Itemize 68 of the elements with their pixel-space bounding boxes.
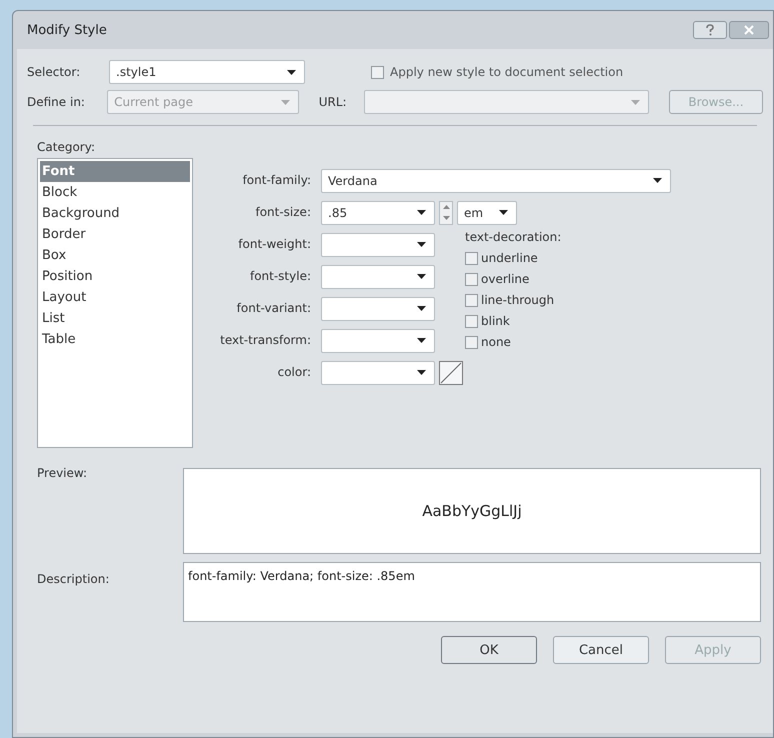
property-dropdown[interactable] <box>321 264 435 288</box>
selector-dropdown[interactable]: .style1 <box>109 60 305 84</box>
unit-dropdown[interactable]: em <box>457 200 517 224</box>
checkbox[interactable] <box>465 272 478 286</box>
category-item[interactable]: Border <box>40 224 190 245</box>
caret-icon <box>417 274 426 279</box>
property-dropdown[interactable] <box>321 296 435 320</box>
description-text: font-family: Verdana; font-size: .85em <box>188 569 415 583</box>
description-label: Description: <box>36 571 110 588</box>
spinner-buttons[interactable] <box>439 200 453 224</box>
category-item[interactable]: Block <box>40 182 190 203</box>
property-dropdown[interactable] <box>321 328 435 352</box>
checkbox-label: line-through <box>481 293 554 307</box>
dialog-button[interactable]: Cancel <box>553 636 649 664</box>
property-dropdown[interactable]: Verdana <box>321 168 671 192</box>
define-in-label: Define in: <box>27 95 86 109</box>
property-label: font-variant: <box>236 300 311 317</box>
url-label: URL: <box>318 95 348 109</box>
selector-label: Selector: <box>27 65 82 79</box>
text-decoration-label: text-decoration: <box>465 230 562 244</box>
up-arrow-icon <box>442 205 450 209</box>
caret-icon <box>287 70 296 74</box>
property-dropdown[interactable] <box>321 232 435 256</box>
checkbox-label: underline <box>481 251 538 265</box>
caret-icon <box>499 210 508 215</box>
help-button[interactable] <box>693 21 727 39</box>
property-dropdown[interactable] <box>321 360 435 384</box>
color-swatch[interactable] <box>439 360 463 384</box>
checkbox[interactable] <box>465 314 478 328</box>
caret-icon <box>417 242 426 247</box>
property-label: text-transform: <box>219 332 311 349</box>
dialog-button[interactable]: OK <box>441 636 537 664</box>
checkbox[interactable] <box>465 294 478 306</box>
property-label: font-size: <box>254 204 311 221</box>
help-icon <box>705 24 715 36</box>
preview-label: Preview: <box>36 465 88 482</box>
preview-text: AaBbYyGgLlJj <box>422 502 522 520</box>
checkbox[interactable] <box>465 336 478 348</box>
caret-icon <box>417 210 426 215</box>
checkbox-label: none <box>481 335 511 349</box>
property-label: color: <box>276 364 311 381</box>
caret-icon <box>653 178 662 183</box>
category-item[interactable]: Box <box>40 245 190 266</box>
category-item[interactable]: Layout <box>40 287 190 308</box>
close-button[interactable] <box>729 21 769 39</box>
property-label: font-style: <box>248 268 311 285</box>
window-title: Modify Style <box>27 22 107 38</box>
checkbox[interactable] <box>465 252 478 264</box>
property-label: font-family: <box>242 172 311 189</box>
checkbox-label: Apply new style to document selection <box>390 65 624 79</box>
category-label: Category: <box>37 140 96 154</box>
category-item[interactable]: Position <box>40 266 190 287</box>
checkbox-label: overline <box>481 272 530 286</box>
caret-icon <box>280 100 290 104</box>
property-label: font-weight: <box>237 236 311 253</box>
category-item[interactable]: Font <box>40 161 190 182</box>
caret-icon <box>417 306 426 311</box>
close-icon <box>743 25 755 35</box>
category-item[interactable]: List <box>40 308 190 329</box>
caret-icon <box>631 100 640 104</box>
property-dropdown[interactable]: .85 <box>321 200 435 224</box>
checkbox-label: blink <box>481 314 510 328</box>
down-arrow-icon <box>442 216 450 220</box>
caret-icon <box>417 338 426 343</box>
category-item[interactable]: Background <box>40 203 190 224</box>
category-item[interactable]: Table <box>40 329 190 350</box>
checkbox[interactable] <box>371 66 384 78</box>
caret-icon <box>417 370 426 375</box>
